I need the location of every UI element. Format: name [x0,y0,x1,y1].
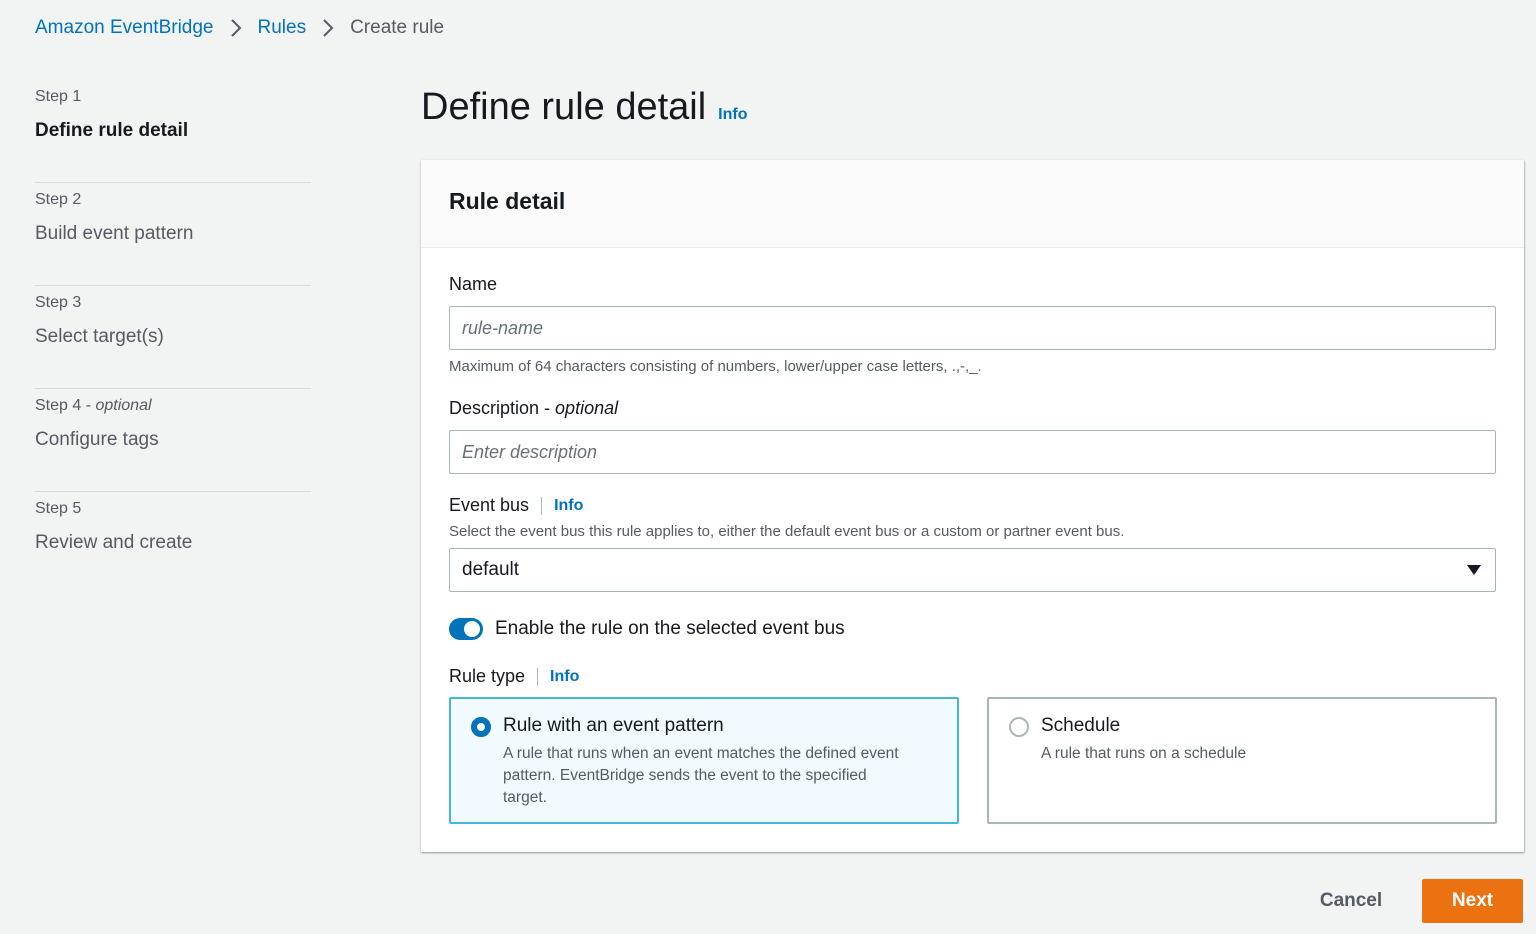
caret-down-icon [1467,565,1481,575]
tile-title: Schedule [1041,715,1121,736]
step-label: Step 5 [35,500,82,517]
wizard-steps-nav: Step 1 Define rule detail Step 2 Build e… [35,80,311,595]
next-button[interactable]: Next [1422,879,1523,923]
container-header: Rule detail [421,160,1524,248]
step-label: Step 3 [35,294,82,311]
tile-description: A rule that runs when an event matches t… [503,745,899,806]
step-title: Build event pattern [35,223,194,244]
event-bus-select[interactable]: default [449,548,1496,592]
rule-type-tile-schedule[interactable]: Schedule A rule that runs on a schedule [987,697,1497,824]
step-title: Define rule detail [35,120,189,141]
rule-type-info-link[interactable]: Info [550,668,579,686]
page-header: Define rule detail Info [421,86,748,129]
event-bus-selected-value: default [462,559,520,580]
step-title: Select target(s) [35,326,164,347]
cancel-button[interactable]: Cancel [1302,880,1400,922]
enable-rule-row: Enable the rule on the selected event bu… [449,618,845,640]
enable-rule-label: Enable the rule on the selected event bu… [495,618,845,639]
step-label: Step 4 - optional [35,397,152,414]
event-bus-hint: Select the event bus this rule applies t… [449,523,1125,540]
radio-unchecked-icon[interactable] [1009,717,1029,737]
breadcrumb-current: Create rule [350,17,445,38]
wizard-step-3: Step 3 Select target(s) [35,286,311,389]
chevron-right-icon [214,16,258,40]
chevron-right-icon [306,16,350,40]
tile-title: Rule with an event pattern [503,715,724,736]
tile-content: Rule with an event pattern A rule that r… [503,715,903,822]
step-title: Configure tags [35,429,159,450]
step-label: Step 1 [35,88,82,105]
breadcrumb-rules-link[interactable]: Rules [258,17,307,39]
page-info-link[interactable]: Info [718,106,747,124]
wizard-step-5: Step 5 Review and create [35,492,311,595]
wizard-step-1: Step 1 Define rule detail [35,80,311,183]
rule-type-tiles: Rule with an event pattern A rule that r… [449,697,1497,824]
breadcrumb: Amazon EventBridge Rules Create rule [35,16,444,40]
container-title: Rule detail [449,188,566,214]
name-label: Name [449,274,498,294]
rule-type-tile-event-pattern[interactable]: Rule with an event pattern A rule that r… [449,697,959,824]
toggle-knob [464,621,480,637]
label-divider [537,667,539,686]
label-divider [541,496,543,515]
description-input[interactable] [449,430,1496,474]
radio-checked-icon[interactable] [471,717,491,737]
tile-content: Schedule A rule that runs on a schedule [1041,715,1246,822]
enable-rule-toggle[interactable] [449,618,483,640]
wizard-step-4: Step 4 - optional Configure tags [35,389,311,492]
tile-description: A rule that runs on a schedule [1041,745,1247,762]
page-title: Define rule detail [421,86,707,128]
step-title: Review and create [35,532,193,553]
wizard-step-2: Step 2 Build event pattern [35,183,311,286]
description-label: Description - optional [449,398,619,418]
event-bus-info-link[interactable]: Info [554,497,583,515]
breadcrumb-eventbridge-link[interactable]: Amazon EventBridge [35,17,214,39]
rule-name-input[interactable] [449,306,1496,350]
rule-type-label: Rule type Info [449,666,580,686]
name-hint: Maximum of 64 characters consisting of n… [449,358,982,375]
step-label: Step 2 [35,191,82,208]
rule-detail-container: Rule detail Name Maximum of 64 character… [421,160,1524,852]
event-bus-label: Event bus Info [449,495,584,515]
